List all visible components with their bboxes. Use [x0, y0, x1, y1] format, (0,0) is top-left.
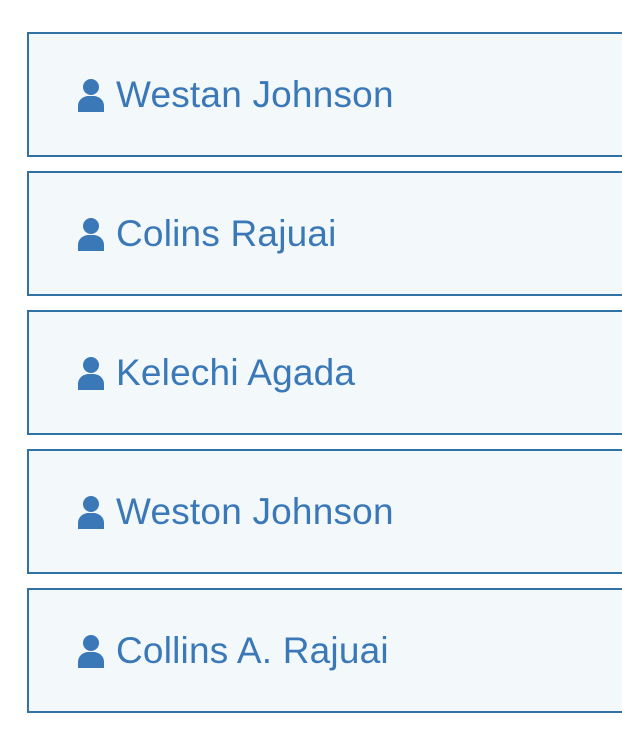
contact-name: Weston Johnson — [116, 491, 394, 532]
user-icon — [76, 356, 106, 390]
contact-name: Kelechi Agada — [116, 352, 356, 393]
contact-item-colins-rajuai[interactable]: Colins Rajuai — [27, 171, 622, 296]
contact-item-collins-a-rajuai[interactable]: Collins A. Rajuai — [27, 588, 622, 713]
user-icon — [76, 634, 106, 668]
user-icon — [76, 78, 106, 112]
contact-name: Collins A. Rajuai — [116, 630, 389, 671]
contact-name: Colins Rajuai — [116, 213, 337, 254]
user-icon — [76, 217, 106, 251]
user-icon — [76, 495, 106, 529]
contact-item-weston-johnson[interactable]: Weston Johnson — [27, 449, 622, 574]
contact-item-kelechi-agada[interactable]: Kelechi Agada — [27, 310, 622, 435]
contact-name: Westan Johnson — [116, 74, 394, 115]
contact-item-westan-johnson[interactable]: Westan Johnson — [27, 32, 622, 157]
contact-list: Westan Johnson Colins Rajuai Kelechi Aga… — [27, 32, 622, 713]
